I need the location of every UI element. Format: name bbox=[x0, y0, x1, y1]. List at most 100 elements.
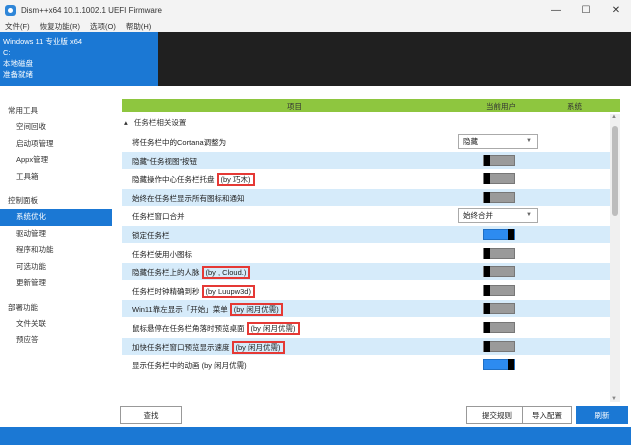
setting-row: 任务栏使用小图标 bbox=[122, 245, 620, 262]
setting-toggle[interactable] bbox=[483, 229, 515, 240]
setting-label: 隐藏操作中心任务栏托盘 (by 巧木) bbox=[132, 173, 255, 187]
system-info-panel[interactable]: Windows 11 专业版 x64 C: 本地磁盘 准备就绪 bbox=[0, 32, 158, 86]
menu-bar: 文件(F) 恢复功能(R) 选项(O) 帮助(H) bbox=[0, 20, 631, 32]
setting-label-text: 锁定任务栏 bbox=[132, 231, 170, 240]
setting-row: 隐藏“任务视图”按钮 bbox=[122, 151, 620, 169]
settings-panel: 项目 当前用户 系统 ▴ 任务栏相关设置 将任务栏中的Cortana调整为 隐藏 ▼… bbox=[112, 99, 631, 402]
setting-toggle[interactable] bbox=[483, 247, 515, 259]
author-annotation: (by 闲月优需) bbox=[246, 322, 300, 335]
search-button[interactable]: 查找 bbox=[120, 406, 182, 424]
setting-dropdown[interactable]: 隐藏 ▼ bbox=[458, 134, 538, 149]
toggle-knob bbox=[484, 191, 490, 203]
session-status: 准备就绪 bbox=[3, 70, 33, 79]
setting-label-text: Win11靠左显示「开始」菜单 bbox=[132, 305, 228, 315]
author-annotation: (by 闲月优需) bbox=[231, 340, 285, 354]
section-taskbar[interactable]: ▴ 任务栏相关设置 bbox=[124, 117, 186, 128]
setting-toggle[interactable] bbox=[483, 284, 515, 296]
setting-toggle[interactable] bbox=[483, 173, 515, 185]
setting-row: Win11靠左显示「开始」菜单 (by 闲月优需) bbox=[122, 300, 620, 318]
setting-row: 隐藏操作中心任务栏托盘 (by 巧木) bbox=[122, 170, 620, 187]
setting-toggle[interactable] bbox=[483, 340, 515, 352]
sidebar-item-system-optimize[interactable]: 系统优化 bbox=[0, 209, 112, 226]
setting-label-text: 任务栏使用小图标 bbox=[132, 249, 192, 259]
setting-toggle[interactable] bbox=[483, 154, 515, 166]
vertical-scrollbar[interactable]: ▲ ▼ bbox=[610, 114, 620, 402]
toggle-knob bbox=[484, 247, 490, 259]
session-bar: Windows 11 专业版 x64 C: 本地磁盘 准备就绪 bbox=[0, 32, 631, 86]
menu-file[interactable]: 文件(F) bbox=[5, 21, 30, 32]
setting-toggle[interactable] bbox=[483, 191, 515, 203]
setting-label: Win11靠左显示「开始」菜单 (by 闲月优需) bbox=[132, 303, 283, 317]
setting-label: 隐藏任务栏上的人脉 (by , Cloud.) bbox=[132, 266, 251, 280]
toggle-knob bbox=[484, 173, 490, 185]
scrollbar-thumb[interactable] bbox=[612, 126, 618, 216]
os-name: Windows 11 专业版 x64 bbox=[3, 37, 83, 46]
drive-letter: C: bbox=[3, 48, 11, 57]
window-title: Dism++x64 10.1.1002.1 UEFI Firmware bbox=[21, 5, 162, 15]
scroll-up-icon[interactable]: ▲ bbox=[611, 114, 617, 120]
sidebar-item-space-cleanup[interactable]: 空间回收 bbox=[0, 119, 112, 136]
menu-options[interactable]: 选项(O) bbox=[90, 21, 116, 32]
setting-label: 任务栏时钟精确到秒 (by Luupw3d) bbox=[132, 284, 255, 298]
dropdown-value: 隐藏 bbox=[463, 137, 478, 146]
setting-dropdown[interactable]: 始终合并 ▼ bbox=[458, 208, 538, 224]
setting-label: 锁定任务栏 bbox=[132, 230, 170, 241]
import-config-button[interactable]: 导入配置 bbox=[522, 406, 572, 424]
header-system: 系统 bbox=[567, 102, 582, 111]
toggle-knob bbox=[484, 154, 490, 166]
setting-row: 任务栏时钟精确到秒 (by Luupw3d) bbox=[122, 282, 620, 299]
sidebar-item-startup[interactable]: 启动项管理 bbox=[0, 136, 112, 153]
setting-label-text: 将任务栏中的Cortana调整为 bbox=[132, 138, 227, 147]
minimize-button[interactable]: — bbox=[541, 0, 571, 20]
menu-restore[interactable]: 恢复功能(R) bbox=[40, 21, 80, 32]
toggle-knob bbox=[484, 322, 490, 333]
setting-toggle[interactable] bbox=[483, 266, 515, 278]
setting-label-text: 加快任务栏窗口预览显示速度 bbox=[132, 342, 230, 352]
close-button[interactable]: ✕ bbox=[601, 0, 631, 20]
setting-toggle[interactable] bbox=[483, 322, 515, 333]
sidebar-item-toolbox[interactable]: 工具箱 bbox=[0, 169, 112, 186]
setting-row: 隐藏任务栏上的人脉 (by , Cloud.) bbox=[122, 263, 620, 281]
author-annotation: (by 闲月优需) bbox=[229, 303, 283, 317]
dropdown-value: 始终合并 bbox=[463, 211, 493, 221]
setting-label: 将任务栏中的Cortana调整为 bbox=[132, 137, 226, 148]
setting-row: 始终在任务栏显示所有图标和通知 bbox=[122, 188, 620, 206]
setting-toggle[interactable] bbox=[483, 303, 515, 315]
title-bar: Dism++x64 10.1.1002.1 UEFI Firmware — ☐ … bbox=[0, 0, 631, 20]
sidebar-item-optional-features[interactable]: 可选功能 bbox=[0, 259, 112, 276]
submit-rule-button[interactable]: 提交规则 bbox=[466, 406, 528, 424]
action-bar: 查找 提交规则 导入配置 刷新 bbox=[112, 402, 631, 427]
status-bar bbox=[0, 427, 631, 445]
setting-label-text: 隐藏任务栏上的人脉 bbox=[132, 268, 200, 278]
toggle-knob bbox=[484, 340, 490, 352]
sidebar-item-file-assoc[interactable]: 文件关联 bbox=[0, 316, 112, 333]
toggle-knob bbox=[508, 229, 514, 240]
menu-help[interactable]: 帮助(H) bbox=[126, 21, 151, 32]
sidebar-item-drivers[interactable]: 驱动管理 bbox=[0, 226, 112, 243]
chevron-down-icon: ▴ bbox=[124, 118, 128, 127]
refresh-button[interactable]: 刷新 bbox=[576, 406, 628, 424]
toggle-knob bbox=[484, 284, 490, 296]
setting-row: 显示任务栏中的动画 (by 闲月优需) bbox=[122, 356, 620, 373]
disk-type: 本地磁盘 bbox=[3, 59, 33, 68]
setting-label: 任务栏窗口合并 bbox=[132, 211, 185, 222]
author-annotation: (by 巧木) bbox=[216, 173, 255, 187]
sidebar-item-answer-file[interactable]: 预应答 bbox=[0, 332, 112, 349]
sidebar-item-updates[interactable]: 更新管理 bbox=[0, 275, 112, 292]
app-logo-icon bbox=[5, 4, 16, 16]
setting-label: 始终在任务栏显示所有图标和通知 bbox=[132, 193, 245, 204]
setting-label-text: 始终在任务栏显示所有图标和通知 bbox=[132, 193, 245, 203]
sidebar-group-control-panel: 控制面板 bbox=[8, 196, 38, 205]
maximize-button[interactable]: ☐ bbox=[571, 0, 601, 20]
sidebar-item-programs[interactable]: 程序和功能 bbox=[0, 242, 112, 259]
setting-label-text: 鼠标悬停在任务栏角落时预览桌面 bbox=[132, 324, 245, 333]
chevron-down-icon: ▼ bbox=[526, 138, 532, 144]
sidebar-item-appx[interactable]: Appx管理 bbox=[0, 152, 112, 169]
table-header: 项目 当前用户 系统 bbox=[122, 99, 620, 112]
sidebar-group-deploy: 部署功能 bbox=[8, 302, 38, 312]
setting-toggle[interactable] bbox=[483, 359, 515, 371]
author-annotation: (by , Cloud.) bbox=[201, 266, 251, 280]
chevron-down-icon: ▼ bbox=[526, 212, 532, 219]
setting-label-text: 任务栏时钟精确到秒 bbox=[132, 286, 200, 296]
setting-label: 隐藏“任务视图”按钮 bbox=[132, 156, 197, 167]
